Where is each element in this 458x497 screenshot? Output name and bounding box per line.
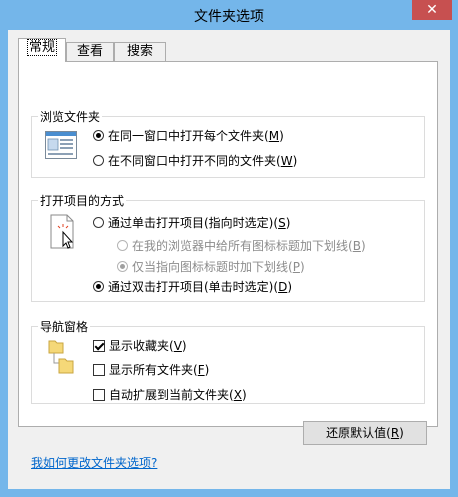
tab-view[interactable]: 查看 [66, 42, 114, 61]
radio-double-click[interactable] [93, 281, 104, 292]
general-tab-panel: 浏览文件夹 在同一窗口中打开每个文件夹(M) 在不同窗口中打开不同的文件夹(W) [18, 61, 438, 445]
option-single-click[interactable]: 通过单击打开项目(指向时选定)(S) [93, 214, 290, 231]
folder-tree-icon [48, 340, 74, 374]
option-same-window-label: 在同一窗口中打开每个文件夹(M) [108, 129, 284, 143]
option-single-click-label: 通过单击打开项目(指向时选定)(S) [108, 216, 291, 230]
checkbox-show-favorites[interactable] [93, 339, 105, 352]
option-underline-hover-label: 仅当指向图标标题时加下划线(P) [132, 260, 305, 274]
radio-same-window[interactable] [93, 130, 104, 141]
radio-new-window[interactable] [93, 155, 104, 166]
click-document-icon [50, 214, 74, 249]
option-auto-expand[interactable]: 自动扩展到当前文件夹(X) [93, 386, 247, 403]
tab-search[interactable]: 搜索 [114, 42, 166, 61]
restore-defaults-label: 还原默认值 [326, 426, 387, 440]
tab-search-label: 搜索 [126, 44, 153, 59]
browse-folders-legend: 浏览文件夹 [40, 110, 101, 124]
folder-options-window: 文件夹选项 ✕ 常规 查看 搜索 浏览文件夹 在同一窗口中打开每个文件夹(M) … [0, 0, 458, 497]
option-show-favorites[interactable]: 显示收藏夹(V) [93, 337, 187, 354]
option-double-click[interactable]: 通过双击打开项目(单击时选定)(D) [93, 278, 292, 295]
close-button[interactable]: ✕ [412, 0, 452, 20]
tab-view-label: 查看 [76, 44, 103, 59]
tab-general-label: 常规 [26, 39, 57, 56]
help-link[interactable]: 我如何更改文件夹选项? [31, 454, 157, 471]
option-auto-expand-label: 自动扩展到当前文件夹(X) [109, 388, 247, 402]
option-show-all-folders[interactable]: 显示所有文件夹(F) [93, 361, 209, 378]
option-same-window[interactable]: 在同一窗口中打开每个文件夹(M) [93, 127, 284, 144]
radio-underline-hover[interactable] [117, 261, 128, 272]
tab-general[interactable]: 常规 [18, 38, 66, 62]
title-bar[interactable]: 文件夹选项 ✕ [0, 0, 458, 30]
option-underline-all-label: 在我的浏览器中给所有图标标题加下划线(B) [132, 239, 366, 253]
option-new-window-label: 在不同窗口中打开不同的文件夹(W) [108, 154, 298, 168]
window-layout-icon [45, 131, 77, 159]
open-items-legend: 打开项目的方式 [40, 194, 125, 208]
restore-defaults-button[interactable]: 还原默认值(R) [303, 421, 427, 445]
checkbox-auto-expand[interactable] [93, 388, 105, 401]
navigation-pane-legend: 导航窗格 [40, 320, 89, 334]
radio-underline-all[interactable] [117, 240, 128, 251]
option-new-window[interactable]: 在不同窗口中打开不同的文件夹(W) [93, 152, 297, 169]
dialog-client: 常规 查看 搜索 浏览文件夹 在同一窗口中打开每个文件夹(M) 在不同窗口中打开… [8, 30, 450, 489]
option-double-click-label: 通过双击打开项目(单击时选定)(D) [108, 280, 292, 294]
radio-single-click[interactable] [93, 217, 104, 228]
option-underline-all[interactable]: 在我的浏览器中给所有图标标题加下划线(B) [117, 237, 366, 254]
window-title: 文件夹选项 [194, 9, 264, 25]
checkbox-show-all-folders[interactable] [93, 363, 105, 376]
option-show-all-folders-label: 显示所有文件夹(F) [109, 363, 210, 377]
option-underline-hover[interactable]: 仅当指向图标标题时加下划线(P) [117, 258, 305, 275]
option-show-favorites-label: 显示收藏夹(V) [109, 339, 187, 353]
